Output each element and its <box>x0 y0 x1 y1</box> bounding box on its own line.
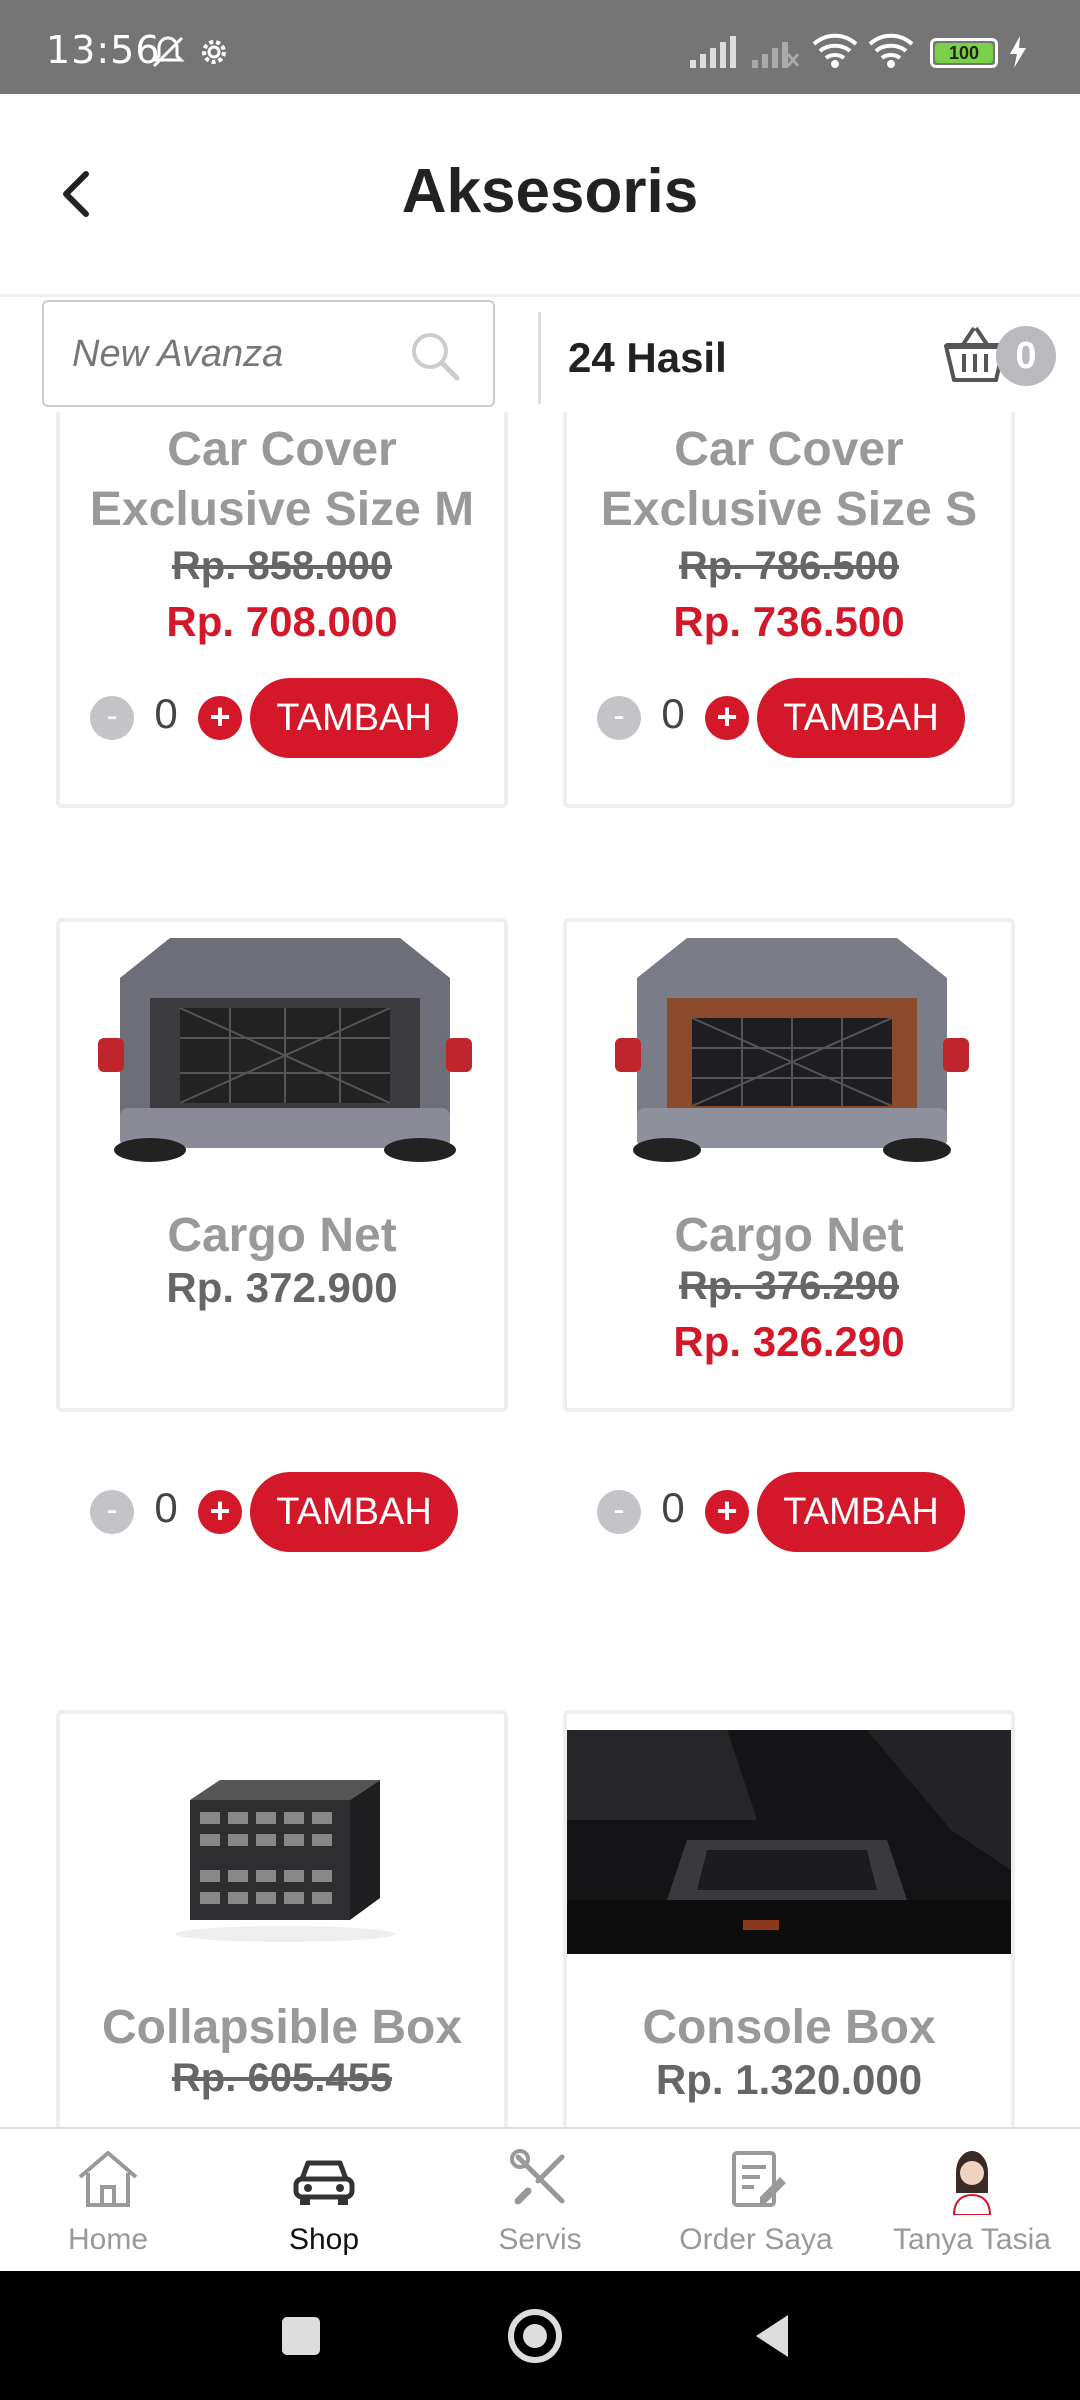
decrease-qty-button[interactable]: - <box>90 696 134 740</box>
product-name: Cargo Net <box>674 1209 904 1262</box>
status-time: 13:56 <box>46 28 161 72</box>
home-button[interactable] <box>508 2309 562 2363</box>
add-to-cart-button[interactable]: TAMBAH <box>250 678 458 758</box>
back-triangle-icon[interactable] <box>752 2313 792 2359</box>
product-old-price: Rp. 858.000 <box>171 544 393 588</box>
assistant-avatar <box>952 2151 992 2215</box>
charging-icon <box>1010 36 1026 68</box>
product-card[interactable]: Car Cover Exclusive Size M Rp. 858.000 R… <box>56 412 508 808</box>
battery-level: 100 <box>935 43 993 63</box>
product-image-cargo-net <box>80 938 488 1162</box>
nav-home-label: Home <box>67 2223 149 2256</box>
product-price: Rp. 736.500 <box>673 598 905 645</box>
qty-value: 0 <box>154 1484 178 1531</box>
page-title: Aksesoris <box>401 157 699 226</box>
add-to-cart-button[interactable]: TAMBAH <box>757 678 965 758</box>
nav-home[interactable]: Home <box>0 2129 216 2273</box>
product-name: Console Box <box>642 2001 936 2054</box>
product-name: Car Cover <box>167 423 397 476</box>
qty-value: 0 <box>661 1484 685 1531</box>
nav-tanya-tasia[interactable]: Tanya Tasia <box>864 2129 1080 2273</box>
increase-qty-button[interactable]: + <box>198 1490 242 1534</box>
settings-gear-icon <box>202 40 226 64</box>
product-card[interactable]: Car Cover Exclusive Size S Rp. 786.500 R… <box>563 412 1015 808</box>
wifi-icon <box>812 33 858 68</box>
product-card[interactable]: Console Box Rp. 1.320.000 <box>563 1710 1015 2127</box>
product-name: Car Cover <box>674 423 904 476</box>
product-old-price: Rp. 376.290 <box>678 1264 900 1308</box>
status-bar: 13:56 100 <box>0 0 1080 94</box>
nav-tanya-label: Tanya Tasia <box>893 2223 1051 2256</box>
product-old-price: Rp. 605.455 <box>171 2056 393 2100</box>
product-price: Rp. 326.290 <box>673 1318 905 1365</box>
recents-button[interactable] <box>282 2317 320 2355</box>
product-price: Rp. 708.000 <box>166 598 398 645</box>
decrease-qty-button[interactable]: - <box>597 1490 641 1534</box>
qty-value: 0 <box>154 690 178 737</box>
cart-count-badge[interactable]: 0 <box>996 326 1056 386</box>
decrease-qty-button[interactable]: - <box>90 1490 134 1534</box>
app-screen: 13:56 100 Aksesoris New Avanza 24 Hasil … <box>0 0 1080 2400</box>
search-input[interactable] <box>72 324 412 384</box>
results-count: 24 Hasil <box>568 334 727 381</box>
product-price: Rp. 372.900 <box>166 1264 398 1311</box>
signal-icon <box>690 36 736 68</box>
add-to-cart-button[interactable]: TAMBAH <box>250 1472 458 1552</box>
nav-order-saya[interactable]: Order Saya <box>648 2129 864 2273</box>
search-box[interactable] <box>42 300 495 407</box>
add-to-cart-button[interactable]: TAMBAH <box>757 1472 965 1552</box>
product-old-price: Rp. 786.500 <box>678 544 900 588</box>
product-image-collapsible-box <box>80 1730 488 1954</box>
quantity-stepper: - 0 + TAMBAH <box>90 678 490 758</box>
app-header: Aksesoris <box>0 94 1080 294</box>
product-card[interactable]: Cargo Net Rp. 376.290 Rp. 326.290 - 0 + … <box>563 918 1015 1552</box>
product-name-line2: Exclusive Size M <box>89 483 475 536</box>
quantity-stepper: - 0 + TAMBAH <box>90 1472 490 1552</box>
product-card[interactable]: Collapsible Box Rp. 605.455 <box>56 1710 508 2127</box>
header-divider <box>0 294 1080 297</box>
tools-icon <box>510 2149 565 2205</box>
quantity-stepper: - 0 + TAMBAH <box>597 678 997 758</box>
signal-2-icon <box>752 42 800 68</box>
nav-servis[interactable]: Servis <box>432 2129 648 2273</box>
bell-off-icon <box>151 36 185 68</box>
nav-shop-label: Shop <box>288 2223 360 2256</box>
quantity-stepper: - 0 + TAMBAH <box>597 1472 997 1552</box>
product-name: Collapsible Box <box>101 2001 463 2054</box>
product-grid: Car Cover Exclusive Size M Rp. 858.000 R… <box>0 412 1080 2127</box>
qty-value: 0 <box>661 690 685 737</box>
increase-qty-button[interactable]: + <box>198 696 242 740</box>
bottom-navigation: Home Shop Servis Order Saya Tanya Tasia <box>0 2127 1080 2271</box>
product-card[interactable]: Cargo Net Rp. 372.900 - 0 + TAMBAH <box>56 918 508 1552</box>
product-image-console-box <box>567 1730 1011 1954</box>
nav-order-label: Order Saya <box>679 2223 833 2256</box>
nav-servis-label: Servis <box>498 2223 582 2256</box>
product-price: Rp. 1.320.000 <box>655 2056 923 2103</box>
system-navigation-bar <box>0 2271 1080 2400</box>
decrease-qty-button[interactable]: - <box>597 696 641 740</box>
wifi-2-icon <box>868 33 914 68</box>
home-icon <box>78 2151 138 2207</box>
search-icon[interactable] <box>407 328 463 384</box>
increase-qty-button[interactable]: + <box>705 1490 749 1534</box>
product-name-line2: Exclusive Size S <box>600 483 978 536</box>
nav-shop[interactable]: Shop <box>216 2129 432 2273</box>
product-name: Cargo Net <box>167 1209 397 1262</box>
car-icon <box>293 2160 355 2205</box>
increase-qty-button[interactable]: + <box>705 696 749 740</box>
search-separator <box>538 312 541 404</box>
order-icon <box>732 2151 786 2207</box>
product-image-cargo-net <box>587 938 995 1162</box>
battery-icon: 100 <box>930 38 998 68</box>
